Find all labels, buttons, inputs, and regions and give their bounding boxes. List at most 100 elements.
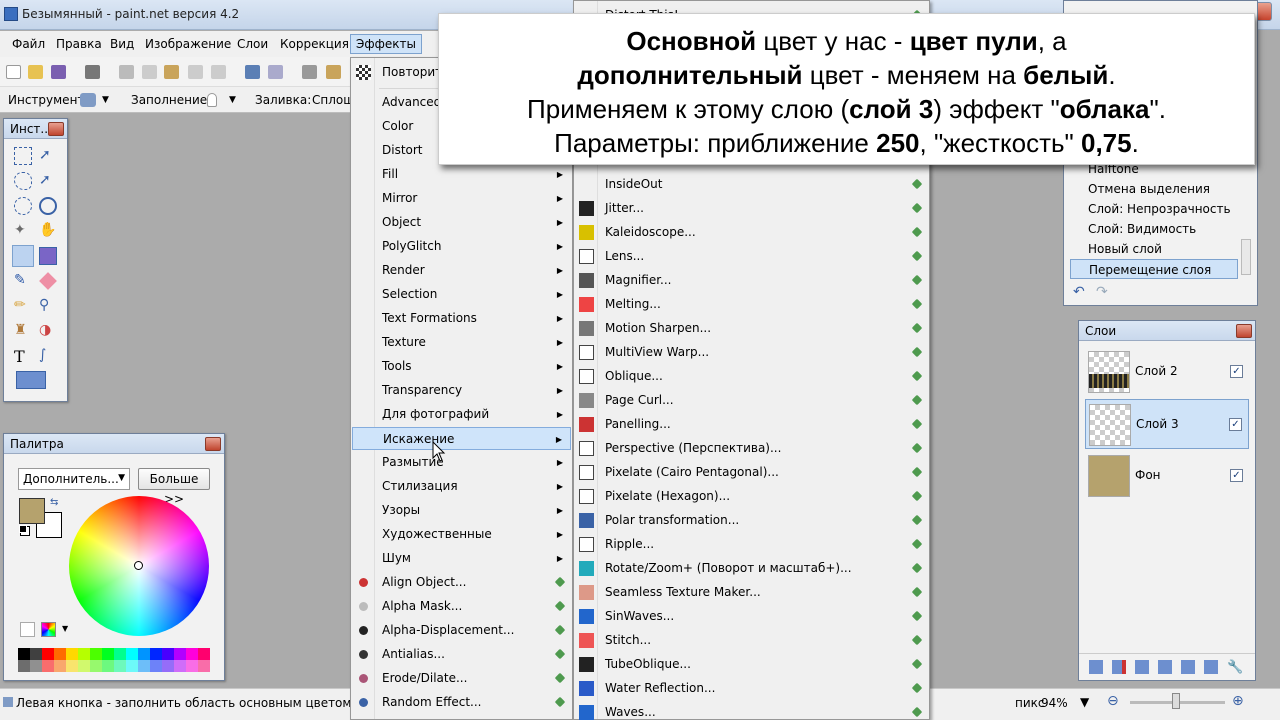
distort-submenu-item[interactable]: Waves... — [575, 701, 928, 720]
more-button[interactable]: Больше >> — [138, 468, 210, 506]
palette-swatch[interactable] — [42, 660, 54, 672]
reset-colors-icon[interactable] — [19, 525, 27, 533]
distort-submenu-item[interactable]: Water Reflection... — [575, 677, 928, 700]
clone-stamp-icon[interactable]: ♜ — [14, 322, 32, 340]
paste-icon[interactable] — [164, 65, 179, 79]
effects-menu-item[interactable]: Object ▶ — [352, 211, 571, 234]
effects-menu-item[interactable]: Alpha Mask... — [352, 595, 571, 618]
history-item-selected[interactable]: Перемещение слоя — [1070, 259, 1238, 279]
distort-submenu-item[interactable]: Magnifier... — [575, 269, 928, 292]
distort-submenu-item[interactable]: Panelling... — [575, 413, 928, 436]
eraser-icon[interactable] — [39, 272, 57, 290]
layer-visibility-checkbox[interactable]: ✓ — [1230, 469, 1243, 482]
distort-submenu-item[interactable]: Rotate/Zoom+ (Поворот и масштаб+)... — [575, 557, 928, 580]
gradient-icon[interactable] — [39, 247, 57, 265]
add-layer-icon[interactable] — [1089, 660, 1103, 674]
palette-swatch[interactable] — [198, 648, 210, 660]
pencil-icon[interactable]: ✏ — [14, 297, 32, 315]
menu-item-distortion-highlighted[interactable]: Искажение ▶ — [352, 427, 571, 450]
palette-swatch[interactable] — [138, 648, 150, 660]
palette-swatch[interactable] — [42, 648, 54, 660]
distort-submenu-item[interactable]: Motion Sharpen... — [575, 317, 928, 340]
palette-swatch[interactable] — [126, 648, 138, 660]
palette-swatch[interactable] — [18, 660, 30, 672]
flood-mode-value[interactable]: Сплош — [312, 93, 354, 107]
zoom-level[interactable]: 94% — [1041, 696, 1068, 710]
distort-submenu-item[interactable]: TubeOblique... — [575, 653, 928, 676]
copy-icon[interactable] — [142, 65, 157, 79]
paint-bucket-tool-icon[interactable] — [12, 245, 34, 267]
palette-swatch[interactable] — [162, 648, 174, 660]
palette-swatch[interactable] — [54, 660, 66, 672]
print-icon[interactable] — [85, 65, 100, 79]
open-folder-icon[interactable] — [28, 65, 43, 79]
palette-swatch[interactable] — [114, 648, 126, 660]
history-item[interactable]: Слой: Видимость — [1070, 219, 1238, 239]
palette-menu-icon[interactable] — [41, 622, 56, 637]
zoom-icon[interactable] — [39, 197, 57, 215]
duplicate-layer-icon[interactable] — [1135, 660, 1149, 674]
layer-item-selected[interactable]: Слой 3 ✓ — [1085, 399, 1249, 449]
palette-swatch[interactable] — [126, 660, 138, 672]
palette-swatch[interactable] — [138, 660, 150, 672]
zoom-in-icon[interactable]: ⊕ — [1232, 693, 1244, 709]
palette-swatch[interactable] — [150, 648, 162, 660]
color-picker-icon[interactable]: ⚲ — [39, 297, 57, 315]
distort-submenu-item[interactable]: Jitter... — [575, 197, 928, 220]
palette-swatch[interactable] — [30, 648, 42, 660]
distort-submenu-item[interactable]: Pixelate (Hexagon)... — [575, 485, 928, 508]
distort-submenu-item[interactable]: Polar transformation... — [575, 509, 928, 532]
palette-swatch[interactable] — [18, 648, 30, 660]
ellipse-select-icon[interactable] — [14, 197, 32, 215]
history-item[interactable]: Слой: Непрозрачность — [1070, 199, 1238, 219]
fill-mode-icon[interactable] — [207, 93, 217, 107]
layer-item[interactable]: Слой 2 ✓ — [1085, 347, 1249, 397]
distort-submenu-item[interactable]: Page Curl... — [575, 389, 928, 412]
menu-image[interactable]: Изображение — [145, 37, 231, 51]
shapes-icon[interactable] — [16, 371, 46, 389]
text-icon[interactable]: T — [14, 347, 32, 366]
undo-icon[interactable]: ↶ — [1073, 284, 1085, 300]
palette-swatch[interactable] — [90, 660, 102, 672]
palette-swatch[interactable] — [162, 660, 174, 672]
distort-submenu-item[interactable]: Kaleidoscope... — [575, 221, 928, 244]
swap-colors-icon[interactable]: ⇆ — [50, 497, 58, 508]
pan-hand-icon[interactable]: ✋ — [39, 222, 57, 240]
move-pixels-icon[interactable]: ➚ — [39, 172, 57, 190]
move-layer-up-icon[interactable] — [1181, 660, 1195, 674]
palette-swatch[interactable] — [198, 660, 210, 672]
color-wheel-cursor[interactable] — [134, 561, 143, 570]
effects-menu-item[interactable]: Transparency ▶ — [352, 379, 571, 402]
effects-menu-item[interactable]: Text Formations ▶ — [352, 307, 571, 330]
effects-menu-item[interactable]: Alpha-Displacement... — [352, 619, 571, 642]
distort-submenu-item[interactable]: InsideOut — [575, 173, 928, 196]
recolor-icon[interactable]: ◑ — [39, 322, 57, 340]
palette-swatch[interactable] — [186, 648, 198, 660]
distort-submenu-item[interactable]: Ripple... — [575, 533, 928, 556]
crop-icon[interactable] — [188, 65, 203, 79]
palette-swatch[interactable] — [102, 660, 114, 672]
history-scrollbar[interactable] — [1241, 239, 1251, 275]
distort-submenu-item[interactable]: Perspective (Перспектива)... — [575, 437, 928, 460]
menu-edit[interactable]: Правка — [56, 37, 102, 51]
palette-swatch[interactable] — [102, 648, 114, 660]
palette-swatches[interactable] — [18, 648, 212, 674]
effects-menu-item[interactable]: Размытие ▶ — [352, 451, 571, 474]
close-icon[interactable] — [205, 437, 221, 451]
move-layer-down-icon[interactable] — [1204, 660, 1218, 674]
effects-menu-item[interactable]: Узоры ▶ — [352, 499, 571, 522]
rectangle-select-icon[interactable] — [14, 147, 32, 165]
merge-down-icon[interactable] — [1158, 660, 1172, 674]
layer-visibility-checkbox[interactable]: ✓ — [1229, 418, 1242, 431]
effects-menu-item[interactable]: PolyGlitch ▶ — [352, 235, 571, 258]
line-curve-icon[interactable]: ∫ — [39, 347, 57, 365]
palette-swatch[interactable] — [78, 648, 90, 660]
color-mode-dropdown[interactable]: Дополнитель... ▼ — [18, 468, 130, 490]
zoom-dropdown-icon[interactable]: ▼ — [1080, 695, 1089, 709]
effects-menu-item[interactable]: Mirror ▶ — [352, 187, 571, 210]
effects-menu-item[interactable]: Antialias... — [352, 643, 571, 666]
grid-icon[interactable] — [302, 65, 317, 79]
primary-color-swatch[interactable] — [19, 498, 45, 524]
effects-menu-item[interactable]: Render ▶ — [352, 259, 571, 282]
menu-effects[interactable]: Эффекты — [350, 34, 422, 54]
